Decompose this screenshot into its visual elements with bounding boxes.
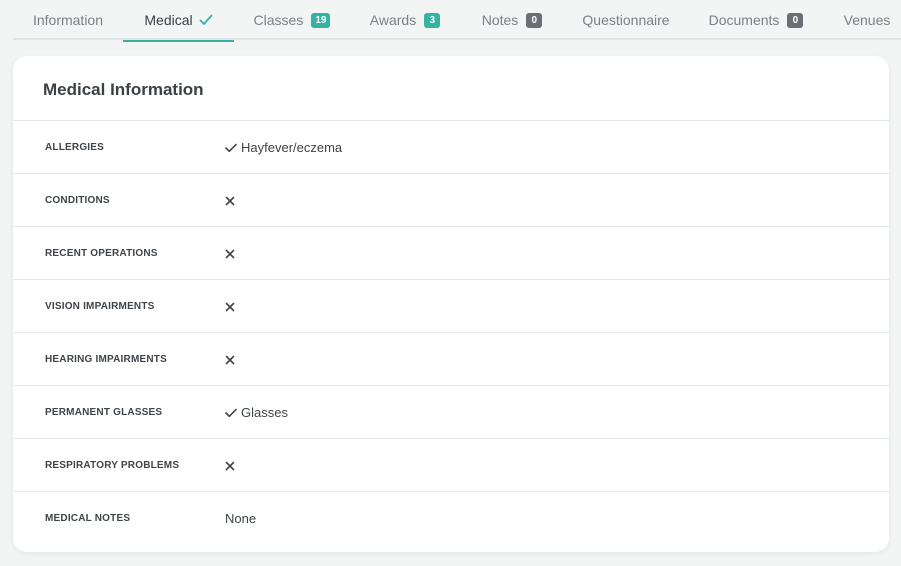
count-badge: 0: [526, 12, 543, 28]
medical-info-list: ALLERGIES Hayfever/eczema CONDITIONS REC…: [13, 120, 889, 544]
tab-notes[interactable]: Notes 0: [460, 0, 564, 40]
tab-label: Notes: [481, 12, 519, 28]
row-label: MEDICAL NOTES: [45, 513, 131, 524]
tab-label: Classes: [253, 12, 304, 28]
card-title: Medical Information: [43, 80, 204, 99]
row-label: ALLERGIES: [45, 142, 105, 153]
row-value-text: Glasses: [241, 405, 288, 420]
row-label: CONDITIONS: [45, 195, 110, 206]
row-label: RESPIRATORY PROBLEMS: [45, 460, 180, 471]
tab-classes[interactable]: Classes 19: [234, 0, 350, 40]
tab-label: Documents: [708, 12, 780, 28]
tab-information[interactable]: Information: [13, 0, 123, 40]
cross-icon: [225, 249, 235, 259]
tab-label: Information: [32, 12, 104, 28]
row-value: [225, 333, 239, 386]
tab-medical[interactable]: Medical: [123, 0, 234, 42]
row-value: [225, 174, 239, 227]
info-row-hearing-impairments: HEARING IMPAIRMENTS: [13, 332, 889, 385]
info-row-conditions: CONDITIONS: [13, 173, 889, 226]
row-value-text: Hayfever/eczema: [241, 140, 343, 155]
tab-awards[interactable]: Awards 3: [350, 0, 460, 40]
tab-venues[interactable]: Venues: [824, 0, 901, 40]
tab-documents[interactable]: Documents 0: [688, 0, 824, 40]
row-value: None: [225, 492, 256, 545]
row-label: HEARING IMPAIRMENTS: [45, 354, 167, 365]
row-value: Glasses: [225, 386, 288, 439]
row-label: VISION IMPAIRMENTS: [45, 301, 155, 312]
check-icon: [225, 143, 237, 153]
count-badge: 3: [424, 12, 441, 28]
row-label: PERMANENT GLASSES: [45, 407, 163, 418]
row-value-text: None: [225, 511, 257, 526]
tab-label: Questionnaire: [582, 12, 670, 28]
count-badge: 0: [787, 12, 804, 28]
row-value: Hayfever/eczema: [225, 121, 342, 174]
tab-label: Venues: [843, 12, 891, 28]
info-row-medical-notes: MEDICAL NOTES None: [13, 491, 889, 544]
info-row-recent-operations: RECENT OPERATIONS: [13, 226, 889, 279]
row-value: [225, 280, 239, 333]
cross-icon: [225, 302, 235, 312]
tab-label: Medical: [144, 12, 193, 28]
cross-icon: [225, 461, 235, 471]
count-badge: 19: [311, 12, 331, 28]
tab-questionnaire[interactable]: Questionnaire: [564, 0, 688, 40]
check-icon: [199, 14, 213, 26]
tab-bar: Information Medical Classes 19 Awards 3 …: [13, 0, 901, 42]
info-row-permanent-glasses: PERMANENT GLASSES Glasses: [13, 385, 889, 438]
cross-icon: [225, 196, 235, 206]
row-label: RECENT OPERATIONS: [45, 248, 158, 259]
check-icon: [225, 408, 237, 418]
info-row-vision-impairments: VISION IMPAIRMENTS: [13, 279, 889, 332]
tab-label: Awards: [369, 12, 417, 28]
info-row-respiratory-problems: RESPIRATORY PROBLEMS: [13, 438, 889, 491]
medical-information-card: Medical Information ALLERGIES Hayfever/e…: [13, 56, 889, 552]
info-row-allergies: ALLERGIES Hayfever/eczema: [13, 120, 889, 173]
cross-icon: [225, 355, 235, 365]
row-value: [225, 227, 239, 280]
row-value: [225, 439, 239, 492]
